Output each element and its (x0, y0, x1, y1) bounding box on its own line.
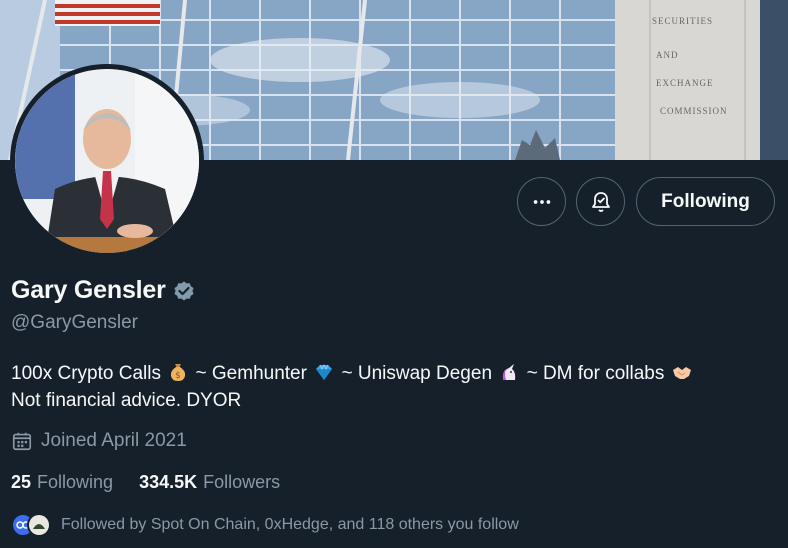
hedge-avatar-icon (29, 515, 49, 535)
mutual-avatars (11, 513, 51, 537)
bio-text-4: ~ DM for collabs (526, 363, 665, 384)
profile-bio: 100x Crypto Calls $ ~ Gemhunter ~ Uniswa… (11, 360, 781, 414)
join-date-text: Joined April 2021 (41, 430, 187, 451)
notifications-button[interactable] (576, 177, 625, 226)
bio-text-3: ~ Uniswap Degen (341, 363, 493, 384)
following-count: 25 (11, 472, 32, 492)
join-date: Joined April 2021 (11, 430, 187, 452)
profile-stats: 25 Following 334.5K Followers (11, 472, 280, 493)
display-name: Gary Gensler (11, 276, 166, 304)
banner-sign-line-3: EXCHANGE (656, 78, 714, 88)
bio-text-2: ~ Gemhunter (195, 363, 307, 384)
bio-text-1: 100x Crypto Calls (11, 363, 161, 384)
calendar-icon (12, 432, 32, 451)
following-button[interactable]: Following (636, 177, 775, 226)
more-options-button[interactable] (517, 177, 566, 226)
more-horizontal-icon (533, 199, 550, 204)
mutual-avatar-0xhedge (27, 513, 51, 537)
avatar-photo (15, 69, 199, 253)
unicorn-icon (503, 364, 516, 380)
following-label: Following (37, 472, 114, 492)
banner-sign-line-4: COMMISSION (660, 106, 728, 116)
handshake-icon (672, 367, 691, 379)
money-bag-icon: $ (171, 364, 186, 381)
following-count-link[interactable]: 25 Following (11, 472, 113, 493)
banner-sign-line-1: SECURITIES (652, 16, 713, 26)
followers-count-link[interactable]: 334.5K Followers (139, 472, 280, 493)
bio-line-2: Not financial advice. DYOR (11, 390, 242, 411)
profile-avatar[interactable] (10, 64, 204, 258)
followed-by-text: Followed by Spot On Chain, 0xHedge, and … (61, 516, 519, 533)
banner-sign-line-2: AND (656, 50, 679, 60)
verified-badge-icon[interactable] (172, 279, 196, 303)
followers-label: Followers (203, 472, 281, 492)
profile-handle: @GaryGensler (11, 312, 138, 333)
followers-count: 334.5K (139, 472, 198, 492)
gem-icon (316, 364, 333, 380)
svg-text:$: $ (175, 371, 181, 381)
followed-by-row[interactable]: Followed by Spot On Chain, 0xHedge, and … (11, 513, 519, 537)
bell-check-icon (591, 191, 610, 212)
name-row: Gary Gensler (11, 276, 196, 305)
